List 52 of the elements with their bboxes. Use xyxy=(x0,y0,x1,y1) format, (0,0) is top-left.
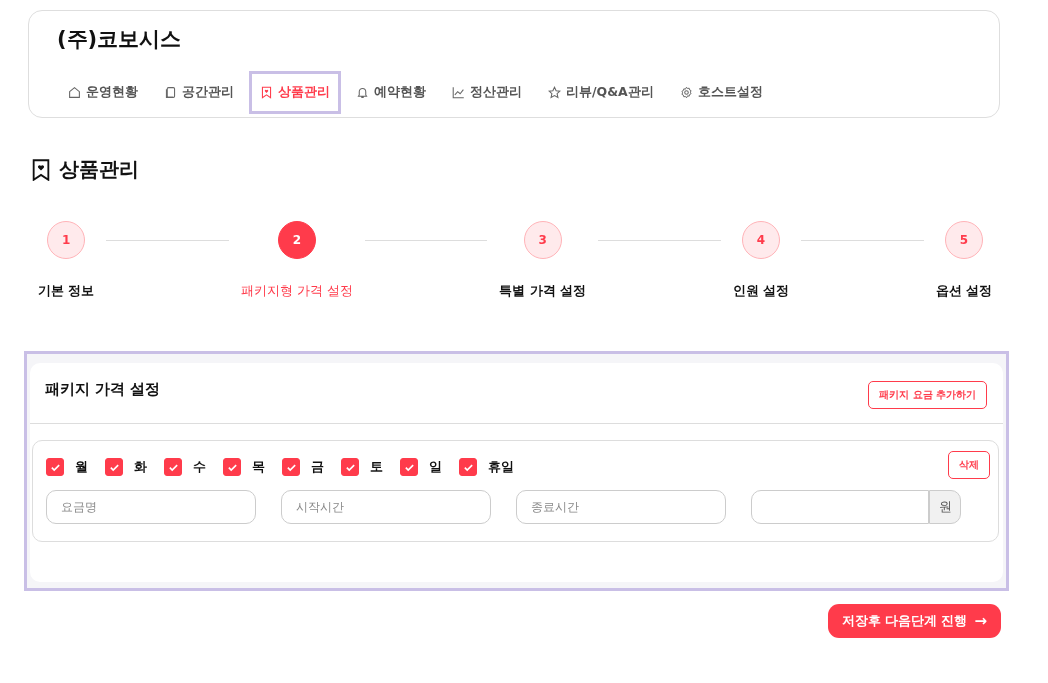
step-label: 패키지형 가격 설정 xyxy=(240,283,353,300)
checkbox[interactable] xyxy=(223,458,241,476)
bookmark-icon xyxy=(31,158,51,181)
panel-title: 패키지 가격 설정 xyxy=(45,380,161,399)
step-number: 5 xyxy=(944,221,983,259)
checkbox[interactable] xyxy=(282,458,300,476)
settings-icon xyxy=(679,86,693,99)
step-number: 3 xyxy=(523,221,562,259)
nav-tab[interactable]: 운영현황 xyxy=(57,71,149,114)
checkbox[interactable] xyxy=(341,458,359,476)
input-field[interactable]: 요금명 xyxy=(46,490,256,524)
nav-tab[interactable]: 상품관리 xyxy=(249,71,341,114)
unit-label: 원 xyxy=(929,490,961,524)
checkbox[interactable] xyxy=(105,458,123,476)
nav-tab[interactable]: 호스트설정 xyxy=(668,71,774,114)
star-icon xyxy=(548,86,561,99)
nav-tab[interactable]: 예약현황 xyxy=(345,71,437,114)
add-rate-button[interactable]: 패키지 요금 추가하기 xyxy=(868,381,987,409)
delete-button[interactable]: 삭제 xyxy=(948,451,990,479)
day-label: 목 xyxy=(252,458,265,476)
day-label: 금 xyxy=(311,458,324,476)
step-label: 옵션 설정 xyxy=(935,283,992,300)
day-label: 휴일 xyxy=(488,458,514,476)
day-label: 수 xyxy=(193,458,206,476)
document-icon xyxy=(164,86,177,99)
bell-icon xyxy=(356,86,369,99)
step-number: 1 xyxy=(47,221,86,259)
bookmark-icon xyxy=(260,86,273,99)
price-field[interactable] xyxy=(751,490,929,524)
step-number: 2 xyxy=(277,221,316,259)
step-label: 특별 가격 설정 xyxy=(499,283,587,300)
checkbox[interactable] xyxy=(46,458,64,476)
step-label: 인원 설정 xyxy=(732,283,790,300)
nav-tab[interactable]: 정산관리 xyxy=(441,71,533,114)
checkbox[interactable] xyxy=(164,458,182,476)
step-number: 4 xyxy=(741,221,780,259)
home-icon xyxy=(68,86,81,99)
checkbox[interactable] xyxy=(400,458,418,476)
input-field[interactable]: 종료시간 xyxy=(516,490,726,524)
nav-tab[interactable]: 리뷰/Q&A관리 xyxy=(537,71,665,114)
save-next-button[interactable]: 저장후 다음단계 진행 → xyxy=(827,604,1001,638)
nav-tab[interactable]: 공간관리 xyxy=(153,71,245,114)
checkbox[interactable] xyxy=(459,458,477,476)
page-title: 상품관리 xyxy=(59,156,139,183)
day-label: 토 xyxy=(370,458,383,476)
day-label: 일 xyxy=(429,458,442,476)
company-name: (주)코보시스 xyxy=(57,26,182,53)
step-label: 기본 정보 xyxy=(38,283,95,300)
input-field[interactable]: 시작시간 xyxy=(281,490,491,524)
day-label: 월 xyxy=(75,458,88,476)
chart-icon xyxy=(452,86,465,99)
day-label: 화 xyxy=(134,458,147,476)
